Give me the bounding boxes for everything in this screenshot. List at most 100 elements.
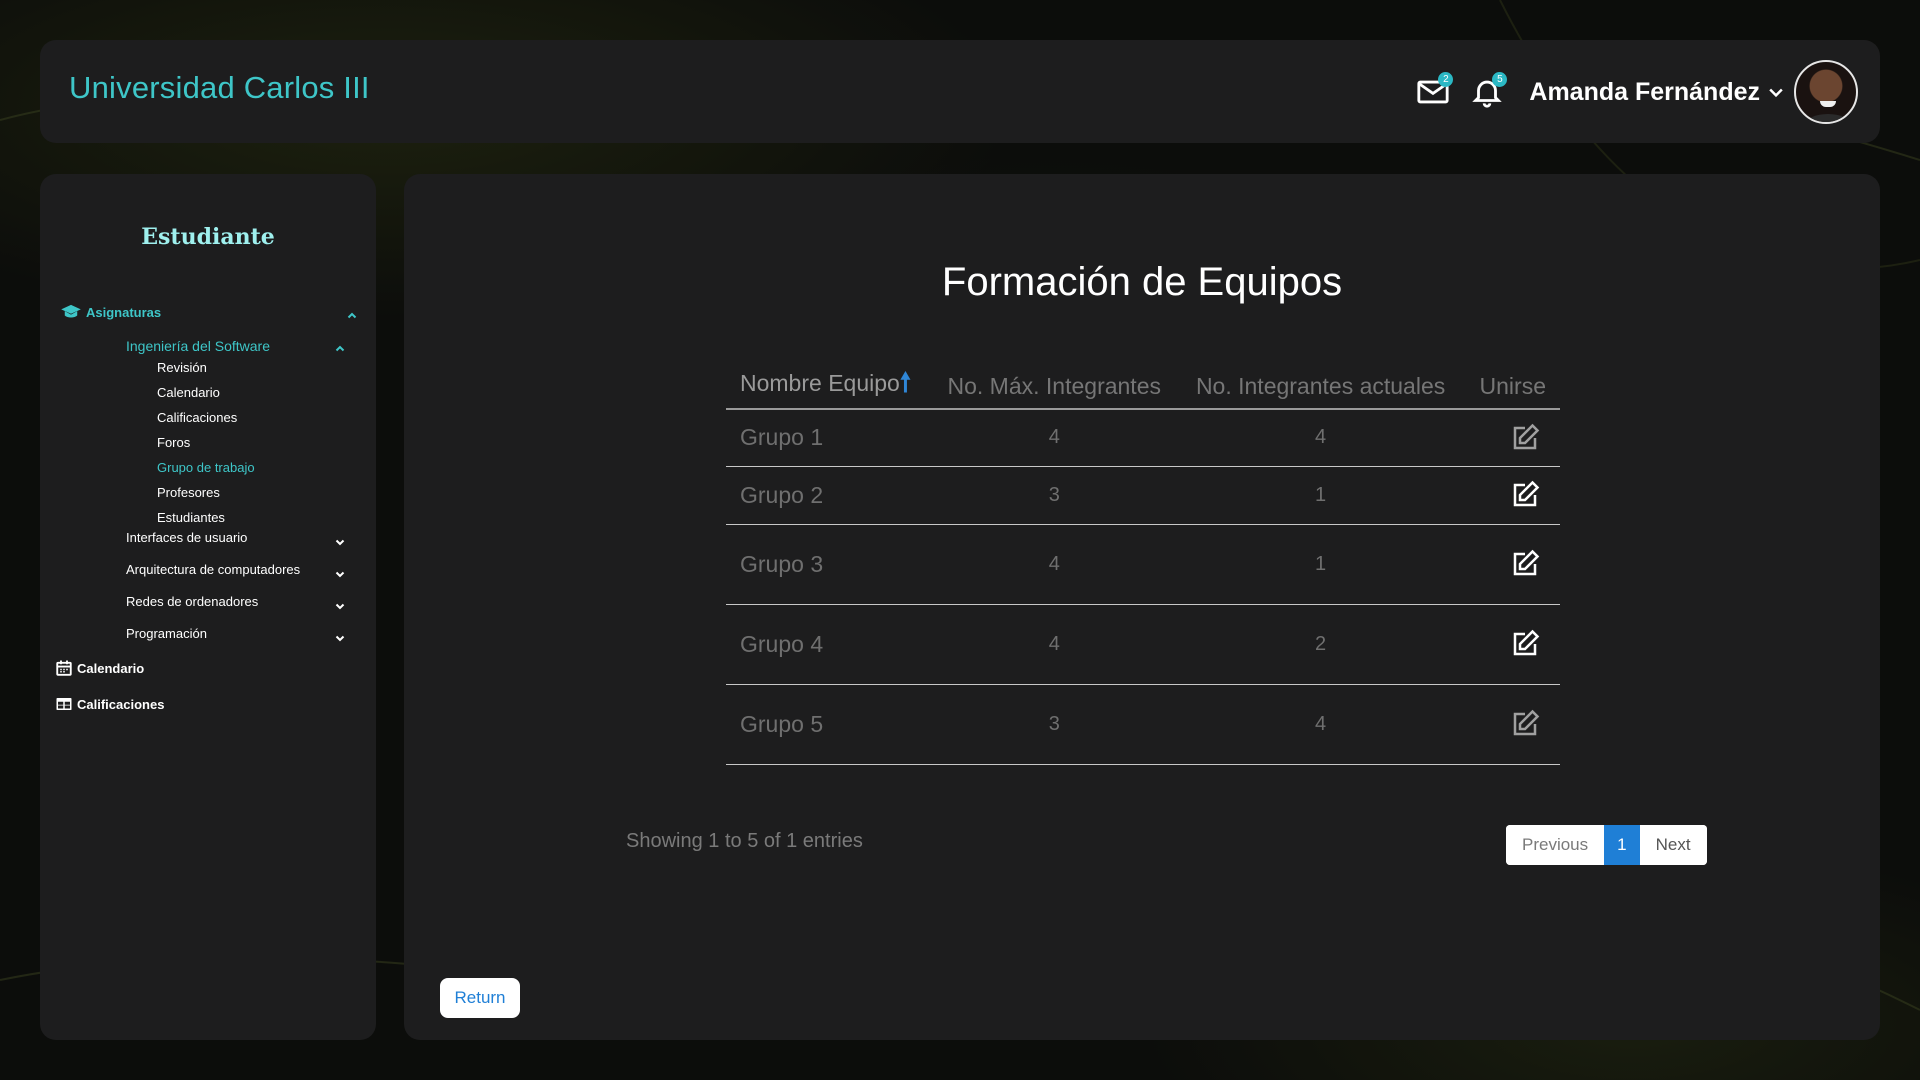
course-label: Programación — [126, 626, 207, 641]
sub-item-label: Calendario — [157, 385, 220, 400]
table-row: Grupo 1 4 4 — [726, 409, 1560, 467]
page-1-button[interactable]: 1 — [1604, 825, 1640, 865]
max-members-cell: 3 — [930, 684, 1179, 765]
sub-item-label: Grupo de trabajo — [157, 460, 255, 475]
column-header-label: No. Máx. Integrantes — [947, 372, 1162, 399]
notifications-button[interactable]: 5 — [1467, 72, 1508, 112]
sidebar-item-calificaciones[interactable]: Calificaciones — [55, 695, 164, 713]
sidebar-sub-revision[interactable]: Revisión — [157, 360, 207, 375]
column-header-unirse[interactable]: Unirse — [1462, 364, 1560, 410]
team-name-cell: Grupo 5 — [726, 684, 931, 765]
sidebar-label-calendario: Calendario — [77, 660, 145, 676]
column-header-label: Unirse — [1479, 372, 1546, 399]
current-members-cell: 4 — [1178, 684, 1463, 765]
graduation-cap-icon — [61, 304, 81, 318]
course-label: Redes de ordenadores — [126, 594, 259, 609]
current-members-cell: 2 — [1178, 604, 1463, 685]
calendar-icon — [56, 660, 72, 676]
edit-icon[interactable] — [1510, 549, 1540, 579]
sidebar-title: Estudiante — [141, 224, 275, 250]
chevron-up-icon[interactable] — [346, 310, 358, 322]
sidebar-course-interfaces[interactable]: Interfaces de usuario — [126, 530, 247, 545]
team-name-cell: Grupo 3 — [726, 524, 931, 605]
previous-button[interactable]: Previous — [1506, 825, 1605, 865]
teams-table: Nombre Equipo🠕 No. Máx. Integrantes No. … — [726, 364, 1560, 765]
main-panel: Formación de Equipos Nombre Equipo🠕 No. … — [404, 174, 1880, 1040]
chevron-up-icon[interactable] — [334, 343, 346, 355]
sub-item-label: Profesores — [157, 485, 220, 500]
join-cell — [1462, 684, 1560, 765]
edit-icon[interactable] — [1510, 709, 1540, 739]
chevron-down-icon[interactable] — [334, 632, 346, 644]
table-header-row: Nombre Equipo🠕 No. Máx. Integrantes No. … — [726, 364, 1560, 410]
team-name-cell: Grupo 1 — [726, 409, 931, 467]
sub-item-label: Estudiantes — [157, 510, 225, 525]
sidebar-sub-calificaciones[interactable]: Calificaciones — [157, 410, 237, 425]
team-name-cell: Grupo 4 — [726, 604, 931, 685]
sidebar-sub-estudiantes[interactable]: Estudiantes — [157, 510, 225, 525]
grid-table-icon — [56, 698, 72, 710]
next-button[interactable]: Next — [1639, 825, 1707, 865]
sidebar-course-arquitectura[interactable]: Arquitectura de computadores — [126, 562, 300, 577]
sub-item-label: Revisión — [157, 360, 207, 375]
max-members-cell: 4 — [930, 409, 1179, 467]
edit-icon[interactable] — [1510, 629, 1540, 659]
table-info: Showing 1 to 5 of 1 entries — [626, 830, 863, 852]
max-members-cell: 4 — [930, 604, 1179, 685]
page-title: Formación de Equipos — [941, 260, 1343, 304]
sidebar-item-ingenieria-software[interactable]: Ingeniería del Software — [126, 338, 270, 354]
course-label: Interfaces de usuario — [126, 530, 248, 545]
brand-title[interactable]: Universidad Carlos III — [69, 70, 370, 106]
sidebar-item-calendario[interactable]: Calendario — [55, 659, 144, 677]
max-members-cell: 3 — [930, 466, 1179, 525]
current-members-cell: 1 — [1178, 466, 1463, 525]
chevron-down-icon[interactable] — [334, 568, 346, 580]
sidebar-label-calificaciones: Calificaciones — [77, 696, 165, 712]
course-label: Arquitectura de computadores — [126, 562, 301, 577]
table-row: Grupo 4 4 2 — [726, 604, 1560, 685]
course-label-open: Ingeniería del Software — [126, 338, 270, 354]
user-name[interactable]: Amanda Fernández — [1529, 78, 1760, 107]
avatar-smile — [1820, 101, 1836, 107]
sidebar-item-asignaturas[interactable]: Asignaturas — [60, 304, 161, 320]
top-header: Universidad Carlos III 2 5 Amanda Fernán… — [40, 40, 1880, 143]
sub-item-label: Calificaciones — [157, 410, 238, 425]
max-members-cell: 4 — [930, 524, 1179, 605]
join-cell — [1462, 524, 1560, 605]
sidebar-sub-grupo-trabajo[interactable]: Grupo de trabajo — [157, 460, 255, 475]
sidebar-sub-foros[interactable]: Foros — [157, 435, 190, 450]
chevron-down-icon[interactable] — [334, 536, 346, 548]
sidebar-course-programacion[interactable]: Programación — [126, 626, 207, 641]
table-row: Grupo 3 4 1 — [726, 524, 1560, 605]
column-header-current[interactable]: No. Integrantes actuales — [1178, 364, 1463, 410]
column-header-label: No. Integrantes actuales — [1195, 372, 1446, 399]
join-cell — [1462, 466, 1560, 525]
avatar-shirt — [1806, 114, 1850, 122]
sub-item-label: Foros — [157, 435, 191, 450]
column-header-max[interactable]: No. Máx. Integrantes — [930, 364, 1179, 410]
table-row: Grupo 2 3 1 — [726, 466, 1560, 525]
edit-icon[interactable] — [1510, 423, 1540, 453]
team-name-cell: Grupo 2 — [726, 466, 931, 525]
sidebar-label-asignaturas: Asignaturas — [86, 304, 162, 320]
sidebar: Estudiante Asignaturas Ingeniería del So… — [40, 174, 376, 1040]
sidebar-course-redes[interactable]: Redes de ordenadores — [126, 594, 258, 609]
join-cell — [1462, 604, 1560, 685]
column-header-nombre[interactable]: Nombre Equipo🠕 — [726, 364, 931, 410]
chevron-down-icon[interactable] — [334, 600, 346, 612]
current-members-cell: 1 — [1178, 524, 1463, 605]
current-members-cell: 4 — [1178, 409, 1463, 467]
chevron-down-icon[interactable] — [1766, 82, 1786, 102]
edit-icon[interactable] — [1510, 480, 1540, 510]
header-user-area: 2 5 Amanda Fernández — [1413, 58, 1858, 126]
user-avatar[interactable] — [1794, 60, 1858, 124]
return-button[interactable]: Return — [440, 978, 520, 1018]
table-row: Grupo 5 3 4 — [726, 684, 1560, 765]
mail-button[interactable]: 2 — [1413, 72, 1454, 112]
pagination: Previous 1 Next — [1506, 825, 1707, 865]
notifications-badge: 5 — [1492, 72, 1508, 87]
sidebar-sub-calendario[interactable]: Calendario — [157, 385, 220, 400]
mail-badge: 2 — [1438, 72, 1454, 87]
sidebar-sub-profesores[interactable]: Profesores — [157, 485, 220, 500]
sort-arrow-icon[interactable]: 🠕 — [900, 367, 911, 397]
